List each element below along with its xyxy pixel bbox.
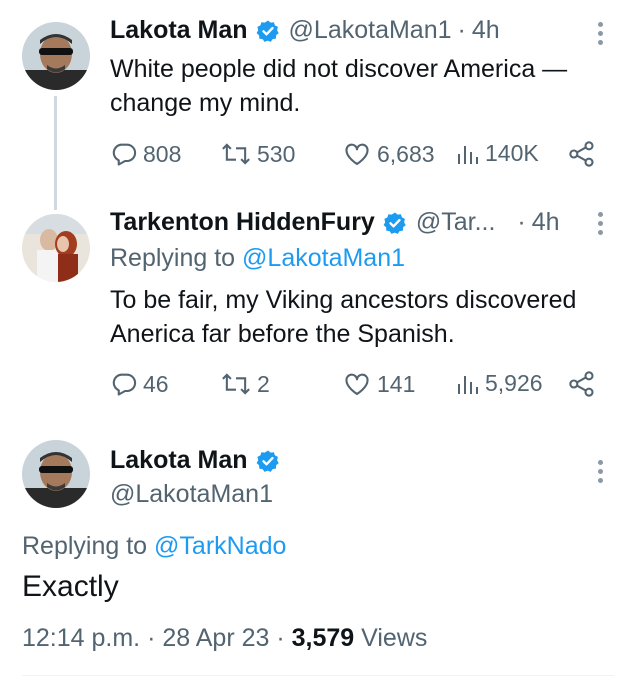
tweet-header: Lakota Man @LakotaMan1 · 4h bbox=[110, 16, 500, 45]
views-count: 3,579 bbox=[291, 624, 355, 652]
thread-connector bbox=[54, 96, 57, 210]
separator-dot: · bbox=[147, 624, 156, 652]
like-button[interactable]: 6,683 bbox=[342, 140, 435, 168]
retweet-icon bbox=[222, 373, 250, 395]
views-icon bbox=[458, 145, 478, 164]
share-icon bbox=[569, 141, 594, 167]
views-button[interactable]: 5,926 bbox=[456, 370, 543, 397]
tweet-text: To be fair, my Viking ancestors discover… bbox=[110, 283, 576, 351]
retweet-button[interactable]: 530 bbox=[220, 140, 295, 168]
views-button[interactable]: 140K bbox=[456, 140, 539, 167]
like-count: 6,683 bbox=[377, 140, 435, 167]
views-label: Views bbox=[361, 624, 428, 652]
views-count: 140K bbox=[485, 140, 539, 166]
tweet-time[interactable]: 12:14 p.m. bbox=[22, 624, 140, 652]
tweet-actions: 808 530 6,683 140K bbox=[110, 140, 610, 170]
like-count: 141 bbox=[377, 370, 416, 397]
tweet-meta: 12:14 p.m. · 28 Apr 23 · 3,579 Views bbox=[22, 624, 427, 653]
main-tweet-header: Lakota Man bbox=[110, 446, 280, 475]
mention-link[interactable]: @TarkNado bbox=[154, 532, 286, 560]
verified-badge-icon bbox=[256, 449, 280, 473]
author-name[interactable]: Lakota Man bbox=[110, 446, 248, 475]
separator-dot: · bbox=[276, 624, 285, 652]
reply-button[interactable]: 808 bbox=[110, 140, 181, 168]
reply-count: 808 bbox=[143, 140, 182, 167]
divider bbox=[22, 675, 614, 676]
share-icon bbox=[569, 371, 594, 397]
like-button[interactable]: 141 bbox=[342, 370, 415, 398]
like-icon bbox=[345, 143, 369, 165]
tweet-text-line: Anerica far before the Spanish. bbox=[110, 320, 455, 348]
tweet-time[interactable]: 4h bbox=[532, 208, 560, 237]
tweet-header: Tarkenton HiddenFury @Tar... · 4h bbox=[110, 208, 560, 237]
views-icon bbox=[458, 375, 478, 394]
views-count: 5,926 bbox=[485, 370, 543, 396]
reply-count: 46 bbox=[143, 370, 169, 397]
reply-icon bbox=[112, 143, 137, 166]
replying-to: Replying to @TarkNado bbox=[22, 532, 286, 561]
like-icon bbox=[345, 373, 369, 395]
main-tweet-text: Exactly bbox=[22, 570, 119, 603]
more-icon[interactable] bbox=[596, 212, 604, 239]
author-name[interactable]: Tarkenton HiddenFury bbox=[110, 208, 375, 237]
replying-label: Replying to bbox=[110, 244, 236, 272]
tweet-text: White people did not discover America — … bbox=[110, 52, 567, 120]
author-handle[interactable]: @LakotaMan1 bbox=[289, 16, 452, 45]
reply-icon bbox=[112, 373, 137, 396]
separator-dot: · bbox=[517, 208, 526, 236]
avatar[interactable] bbox=[22, 22, 90, 90]
more-icon[interactable] bbox=[596, 22, 604, 49]
mention-link[interactable]: @LakotaMan1 bbox=[242, 244, 405, 272]
separator-dot: · bbox=[457, 16, 466, 44]
author-name[interactable]: Lakota Man bbox=[110, 16, 248, 45]
more-icon[interactable] bbox=[596, 460, 604, 487]
reply-button[interactable]: 46 bbox=[110, 370, 169, 398]
retweet-icon bbox=[222, 143, 250, 165]
avatar[interactable] bbox=[22, 440, 90, 508]
verified-badge-icon bbox=[383, 211, 407, 235]
tweet-date[interactable]: 28 Apr 23 bbox=[162, 624, 269, 652]
share-button[interactable] bbox=[568, 370, 601, 398]
avatar[interactable] bbox=[22, 214, 90, 282]
tweet-text-line: change my mind. bbox=[110, 89, 301, 117]
verified-badge-icon bbox=[256, 19, 280, 43]
tweet-text-line: White people did not discover America — bbox=[110, 55, 568, 83]
author-handle[interactable]: @LakotaMan1 bbox=[110, 480, 273, 509]
retweet-button[interactable]: 2 bbox=[220, 370, 270, 398]
tweet-text-line: To be fair, my Viking ancestors discover… bbox=[110, 286, 577, 314]
tweet-time[interactable]: 4h bbox=[472, 16, 500, 45]
share-button[interactable] bbox=[568, 140, 601, 168]
tweet-actions: 46 2 141 5,926 bbox=[110, 370, 610, 400]
author-handle[interactable]: @Tar... bbox=[416, 208, 496, 237]
replying-to: Replying to @LakotaMan1 bbox=[110, 244, 405, 273]
replying-label: Replying to bbox=[22, 532, 148, 560]
retweet-count: 2 bbox=[257, 370, 270, 397]
retweet-count: 530 bbox=[257, 140, 296, 167]
